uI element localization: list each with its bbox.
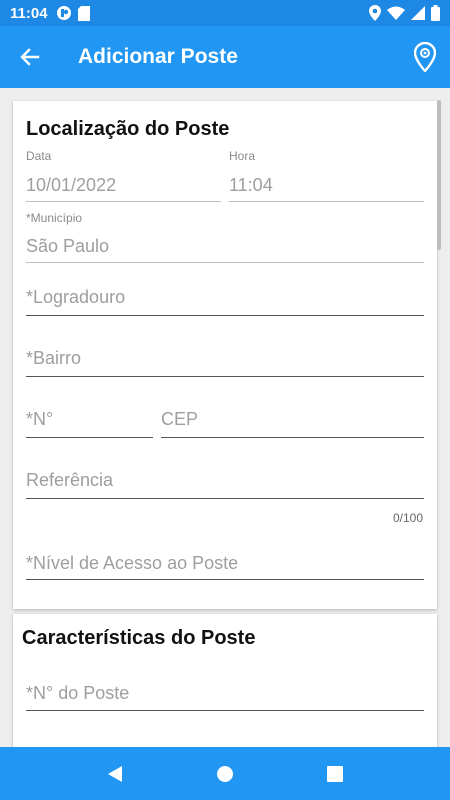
referencia-placeholder: Referência <box>26 470 114 490</box>
time-field[interactable]: Hora 11:04 <box>229 148 424 202</box>
circle-home-icon <box>217 765 233 782</box>
page-title: Adicionar Poste <box>78 45 238 68</box>
date-field[interactable]: Data 10/01/2022 <box>26 148 221 202</box>
status-time: 11:04 <box>10 4 48 22</box>
numero-underline <box>26 437 153 438</box>
nivel-acesso-field[interactable]: *Nível de Acesso ao Poste <box>26 547 424 591</box>
numero-poste-underline <box>26 710 424 711</box>
date-underline <box>26 201 221 202</box>
location-card-title: Localização do Poste <box>26 118 230 140</box>
nav-recents-button[interactable] <box>315 754 355 794</box>
municipio-value: São Paulo <box>26 236 110 256</box>
location-card: Localização do Poste Data 10/01/2022 Hor… <box>13 101 437 609</box>
logradouro-underline <box>26 315 424 316</box>
form-content[interactable]: Localização do Poste Data 10/01/2022 Hor… <box>0 88 450 747</box>
status-bar: 11:04 <box>0 0 450 26</box>
nav-back-button[interactable] <box>95 754 135 794</box>
bairro-underline <box>26 376 424 377</box>
wifi-icon <box>387 6 405 20</box>
municipio-label: *Município <box>26 211 83 225</box>
referencia-counter: 0/100 <box>392 511 423 525</box>
numero-placeholder: *N° <box>26 409 54 429</box>
cep-placeholder: CEP <box>161 409 199 429</box>
system-nav-bar <box>0 747 450 800</box>
nivel-acesso-placeholder: *Nível de Acesso ao Poste <box>26 553 239 573</box>
location-button[interactable] <box>400 26 450 88</box>
square-recents-icon <box>327 765 343 782</box>
numero-poste-field[interactable]: *N° do Poste <box>26 677 424 721</box>
triangle-back-icon <box>108 765 122 782</box>
time-value: 11:04 <box>229 175 273 195</box>
logradouro-field[interactable]: *Logradouro <box>26 281 424 325</box>
bairro-placeholder: *Bairro <box>26 348 82 368</box>
characteristics-card-title: Características do Poste <box>22 627 256 649</box>
date-label: Data <box>26 149 52 163</box>
sd-card-icon <box>77 5 90 21</box>
referencia-underline <box>26 498 424 499</box>
characteristics-card: Características do Poste *N° do Poste <box>13 614 437 747</box>
scrollbar[interactable] <box>437 100 441 250</box>
logradouro-placeholder: *Logradouro <box>26 287 126 307</box>
numero-field[interactable]: *N° <box>26 403 153 447</box>
location-icon <box>369 5 381 21</box>
nav-home-button[interactable] <box>205 754 245 794</box>
time-label: Hora <box>229 149 256 163</box>
municipio-underline <box>26 262 424 263</box>
battery-icon <box>431 5 440 21</box>
referencia-field[interactable]: Referência <box>26 464 424 508</box>
municipio-field[interactable]: *Município São Paulo <box>26 210 424 264</box>
nivel-acesso-underline <box>26 579 424 580</box>
back-arrow-icon <box>20 48 40 66</box>
bairro-field[interactable]: *Bairro <box>26 342 424 386</box>
app-notification-icon <box>56 6 71 20</box>
location-pin-icon <box>414 42 436 72</box>
cep-underline <box>161 437 424 438</box>
signal-icon <box>411 6 425 20</box>
cep-field[interactable]: CEP <box>161 403 424 447</box>
back-button[interactable] <box>0 26 60 88</box>
date-value: 10/01/2022 <box>26 175 117 195</box>
numero-poste-placeholder: *N° do Poste <box>26 683 130 703</box>
app-bar: Adicionar Poste <box>0 26 450 88</box>
time-underline <box>229 201 424 202</box>
